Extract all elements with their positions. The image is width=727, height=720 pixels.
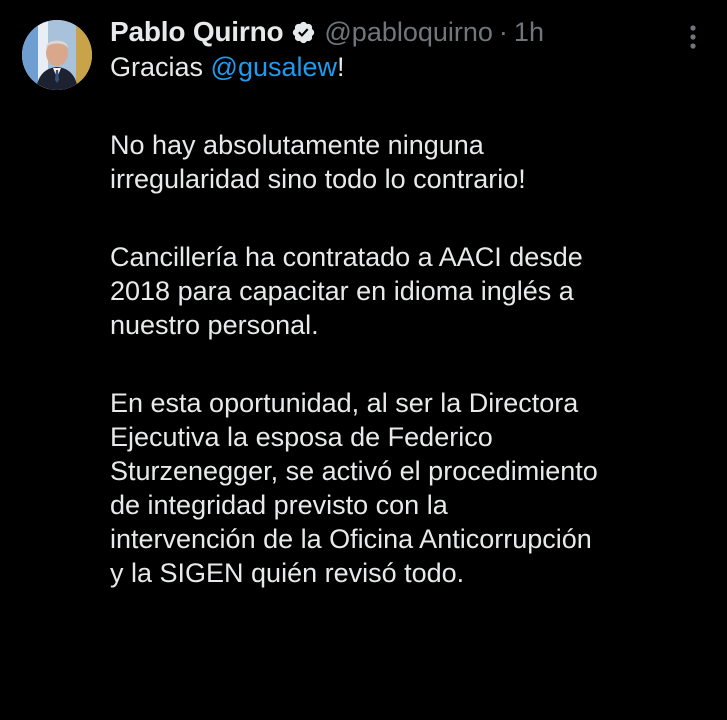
- tweet-header: Pablo Quirno @pabloquirno · 1h: [110, 14, 710, 50]
- paragraph-1: Gracias @gusalew!: [110, 50, 710, 84]
- text-line: En esta oportunidad, al ser la Directora: [110, 388, 579, 418]
- avatar[interactable]: [22, 20, 92, 90]
- tweet-text: Gracias @gusalew! No hay absolutamente n…: [110, 50, 710, 590]
- text-line: Sturzenegger, se activó el procedimiento: [110, 456, 598, 486]
- avatar-image: [22, 20, 92, 90]
- text-line: intervención de la Oficina Anticorrupció…: [110, 524, 592, 554]
- text-segment: Gracias: [110, 52, 211, 82]
- text-segment: !: [337, 52, 345, 82]
- tweet-timestamp[interactable]: 1h: [514, 17, 544, 48]
- text-line: de integridad previsto con la: [110, 490, 448, 520]
- text-line: y la SIGEN quién revisó todo.: [110, 558, 465, 588]
- mention-link[interactable]: @gusalew: [211, 52, 337, 82]
- text-line: 2018 para capacitar en idioma inglés a: [110, 276, 574, 306]
- text-line: nuestro personal.: [110, 310, 319, 340]
- more-options-icon[interactable]: [689, 24, 697, 50]
- separator-dot: ·: [498, 16, 508, 47]
- tweet[interactable]: Pablo Quirno @pabloquirno · 1h Gracias @…: [0, 0, 727, 720]
- tweet-content: Pablo Quirno @pabloquirno · 1h Gracias @…: [110, 14, 710, 590]
- author-display-name[interactable]: Pablo Quirno: [110, 16, 284, 48]
- text-line: Cancillería ha contratado a AACI desde: [110, 242, 583, 272]
- text-line: Ejecutiva la esposa de Federico: [110, 422, 493, 452]
- author-handle[interactable]: @pabloquirno: [324, 17, 493, 48]
- verified-badge-icon: [291, 20, 316, 45]
- text-line: irregularidad sino todo lo contrario!: [110, 164, 526, 194]
- text-line: No hay absolutamente ninguna: [110, 130, 484, 160]
